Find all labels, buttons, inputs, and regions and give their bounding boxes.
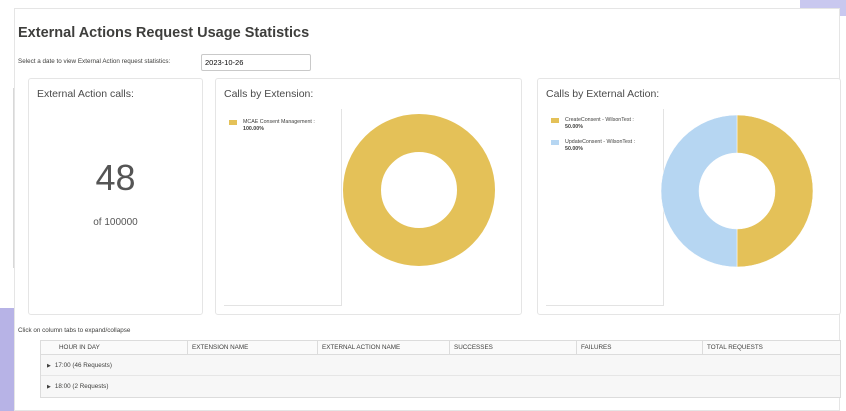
row-label: 17:00 (46 Requests) bbox=[54, 362, 112, 369]
legend-swatch bbox=[229, 120, 237, 125]
action-legend: CreateConsent - WilsonTest : 50.00% Upda… bbox=[546, 109, 664, 306]
legend-percent: 50.00% bbox=[565, 123, 583, 130]
legend-percent: 100.00% bbox=[243, 125, 264, 132]
extension-legend: MCAE Consent Management : 100.00% bbox=[224, 109, 342, 306]
expand-caret-icon[interactable]: ▶ bbox=[47, 384, 51, 390]
legend-label: UpdateConsent - WilsonTest : bbox=[565, 139, 636, 145]
legend-swatch bbox=[551, 118, 559, 123]
action-chart-panel: Calls by External Action: CreateConsent … bbox=[537, 78, 841, 315]
extension-donut-chart bbox=[343, 114, 495, 266]
legend-swatch bbox=[551, 140, 559, 145]
calls-count: 48 bbox=[95, 157, 136, 198]
expand-hint: Click on column tabs to expand/collapse bbox=[18, 327, 131, 334]
extension-chart-title: Calls by Extension: bbox=[224, 88, 314, 100]
action-chart-title: Calls by External Action: bbox=[546, 88, 660, 100]
page-title: External Actions Request Usage Statistic… bbox=[18, 25, 310, 41]
date-label: Select a date to view External Action re… bbox=[18, 58, 171, 65]
calls-limit: of 100000 bbox=[93, 217, 138, 228]
column-header-total[interactable]: TOTAL REQUESTS bbox=[703, 341, 840, 354]
extension-chart-panel: Calls by Extension: MCAE Consent Managem… bbox=[215, 78, 522, 315]
donut-slice[interactable] bbox=[736, 114, 814, 268]
action-donut-chart bbox=[660, 114, 814, 268]
legend-item[interactable]: UpdateConsent - WilsonTest : 50.00% bbox=[551, 139, 635, 152]
table-row[interactable]: ▶ 18:00 (2 Requests) bbox=[41, 376, 840, 397]
calls-panel-title: External Action calls: bbox=[37, 88, 134, 100]
donut-slice[interactable] bbox=[660, 114, 738, 268]
legend-label: MCAE Consent Management : bbox=[243, 119, 315, 125]
legend-item[interactable]: MCAE Consent Management : 100.00% bbox=[229, 119, 315, 132]
column-header-action[interactable]: EXTERNAL ACTION NAME bbox=[318, 341, 450, 354]
column-header-successes[interactable]: SUCCESSES bbox=[450, 341, 577, 354]
legend-percent: 50.00% bbox=[565, 145, 583, 152]
date-input[interactable] bbox=[201, 54, 311, 71]
table-header: HOUR IN DAY EXTENSION NAME EXTERNAL ACTI… bbox=[41, 341, 840, 355]
calls-panel: External Action calls: 48 of 100000 bbox=[28, 78, 203, 315]
requests-table: HOUR IN DAY EXTENSION NAME EXTERNAL ACTI… bbox=[40, 340, 841, 398]
legend-label: CreateConsent - WilsonTest : bbox=[565, 117, 634, 123]
column-header-hour[interactable]: HOUR IN DAY bbox=[41, 341, 188, 354]
column-header-failures[interactable]: FAILURES bbox=[577, 341, 703, 354]
legend-item[interactable]: CreateConsent - WilsonTest : 50.00% bbox=[551, 117, 634, 130]
expand-caret-icon[interactable]: ▶ bbox=[47, 363, 51, 369]
donut-slice[interactable] bbox=[343, 114, 495, 266]
background-panel-left bbox=[0, 88, 14, 268]
table-row[interactable]: ▶ 17:00 (46 Requests) bbox=[41, 355, 840, 376]
column-header-extension[interactable]: EXTENSION NAME bbox=[188, 341, 318, 354]
row-label: 18:00 (2 Requests) bbox=[54, 383, 109, 390]
